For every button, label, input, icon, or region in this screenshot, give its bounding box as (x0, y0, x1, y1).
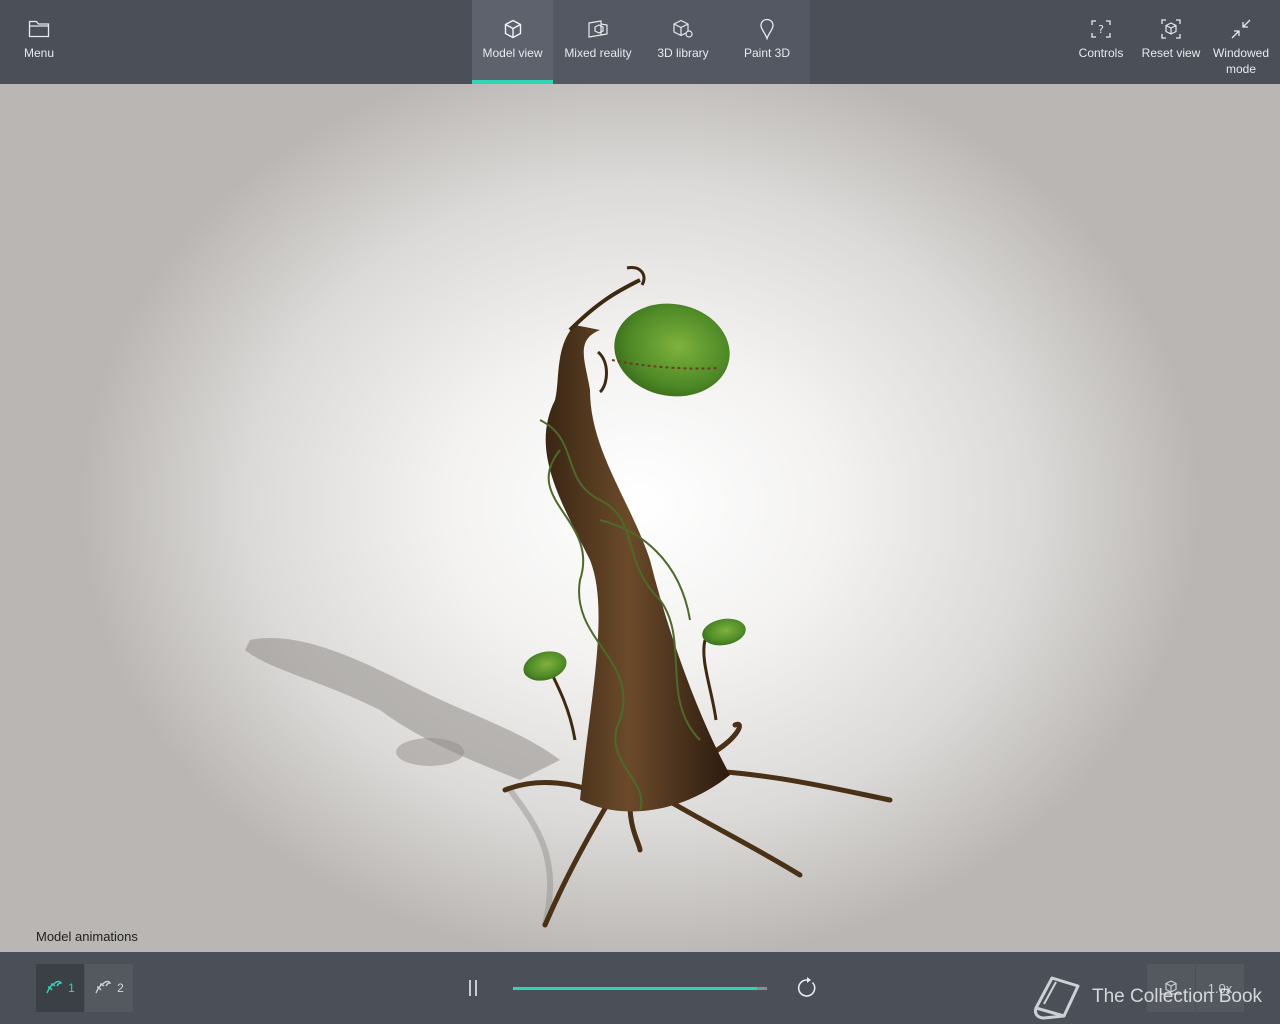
view-tabs: Model view Mixed reality 3D library Pain… (472, 0, 810, 84)
reset-view-button[interactable]: Reset view (1140, 0, 1202, 84)
watermark: The Collection Book (1030, 974, 1262, 1020)
svg-text:?: ? (1098, 23, 1104, 36)
menu-button[interactable]: Menu (14, 0, 64, 84)
watermark-text: The Collection Book (1092, 986, 1263, 1007)
tab-label: Mixed reality (564, 46, 632, 60)
windowed-mode-label: Windowed mode (1212, 46, 1270, 76)
mixed-reality-icon (586, 17, 610, 41)
controls-button[interactable]: ? Controls (1074, 0, 1128, 84)
collapse-arrows-icon (1229, 17, 1253, 41)
animation-2-button[interactable]: 2 (85, 964, 133, 1012)
menu-label: Menu (23, 46, 55, 60)
tab-3d-library[interactable]: 3D library (642, 0, 724, 84)
creature-animation-icon (94, 979, 112, 998)
controls-label: Controls (1078, 46, 1124, 60)
book-icon (1034, 976, 1080, 1020)
tab-label: Paint 3D (743, 46, 791, 60)
library-icon (671, 17, 695, 41)
animation-progress-slider[interactable] (513, 987, 767, 990)
pause-icon (469, 980, 477, 996)
animation-1-button[interactable]: 1 (36, 964, 84, 1012)
animation-progress-fill (513, 987, 757, 990)
model-viewport[interactable] (0, 84, 1280, 952)
paint-3d-icon (755, 17, 779, 41)
plant-model (245, 265, 893, 928)
folder-icon (27, 17, 51, 41)
restart-icon (797, 977, 816, 997)
controls-help-icon: ? (1089, 17, 1113, 41)
tab-mixed-reality[interactable]: Mixed reality (556, 0, 640, 84)
pause-button[interactable] (462, 976, 484, 1000)
model-animations-label: Model animations (36, 929, 138, 944)
top-toolbar: Menu Model view Mixed reality 3D library (0, 0, 1280, 84)
restart-button[interactable] (795, 976, 819, 1000)
windowed-mode-button[interactable]: Windowed mode (1208, 0, 1274, 84)
animation-1-label: 1 (68, 981, 75, 995)
reset-view-label: Reset view (1141, 46, 1201, 60)
reset-view-icon (1159, 17, 1183, 41)
animation-2-label: 2 (117, 981, 124, 995)
tab-paint-3d[interactable]: Paint 3D (726, 0, 808, 84)
tab-label: Model view (482, 46, 543, 60)
tab-model-view[interactable]: Model view (472, 0, 553, 84)
creature-animation-icon (45, 979, 63, 998)
tab-label: 3D library (657, 46, 709, 60)
cube-icon (501, 17, 525, 41)
